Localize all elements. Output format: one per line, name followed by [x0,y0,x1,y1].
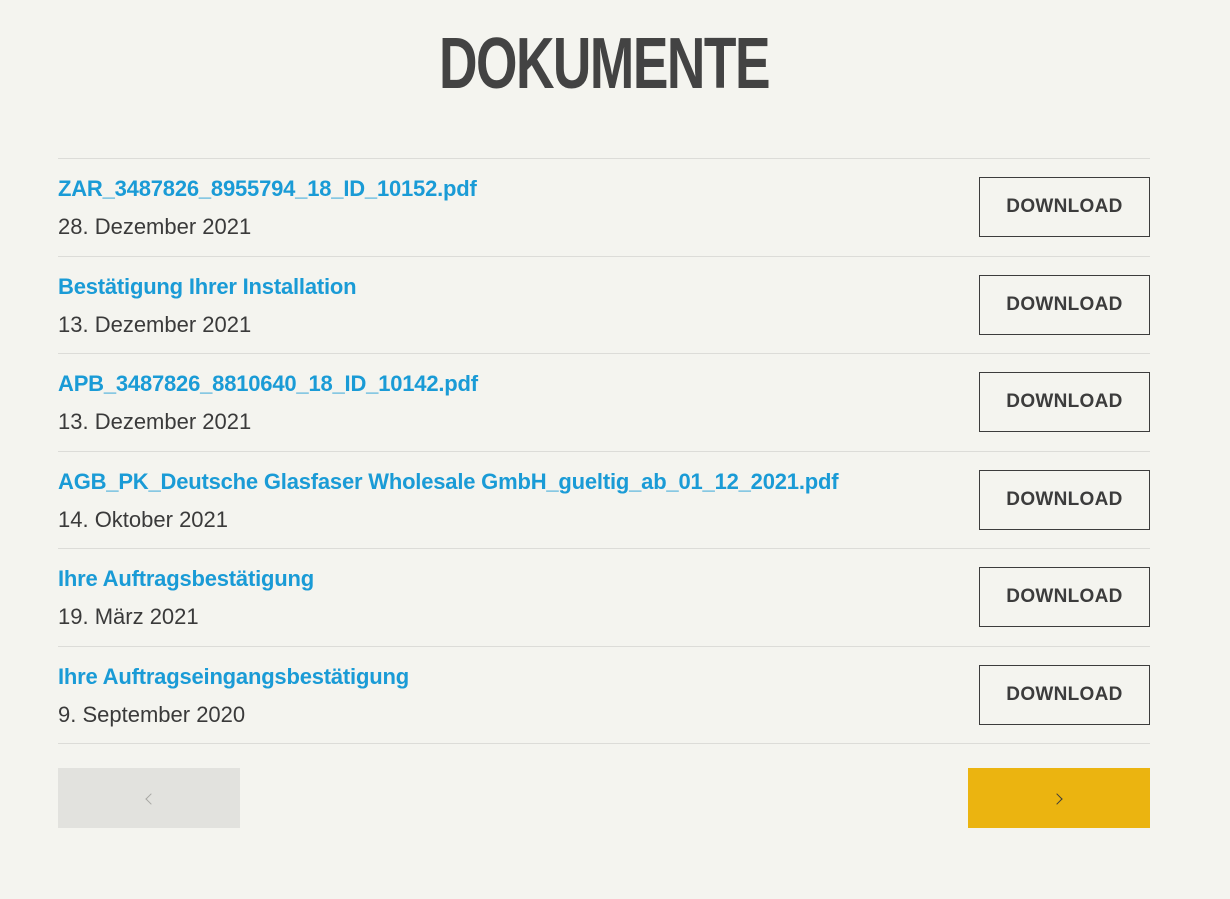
document-link[interactable]: Bestätigung Ihrer Installation [58,274,357,300]
download-button[interactable]: DOWNLOAD [979,567,1150,627]
document-date: 19. März 2021 [58,604,199,629]
list-item: ZAR_3487826_8955794_18_ID_10152.pdf 28. … [58,159,1150,257]
list-item: Ihre Auftragsbestätigung 19. März 2021 D… [58,549,1150,647]
document-link[interactable]: AGB_PK_Deutsche Glasfaser Wholesale GmbH… [58,469,839,495]
chevron-left-icon [145,792,157,805]
chevron-right-icon [1051,792,1063,805]
document-date: 13. Dezember 2021 [58,311,252,337]
document-list: ZAR_3487826_8955794_18_ID_10152.pdf 28. … [58,158,1150,744]
list-item: APB_3487826_8810640_18_ID_10142.pdf 13. … [58,354,1150,452]
document-date: 14. Oktober 2021 [58,506,229,532]
document-link[interactable]: ZAR_3487826_8955794_18_ID_10152.pdf [58,176,477,202]
list-item: AGB_PK_Deutsche Glasfaser Wholesale GmbH… [58,452,1150,549]
page-title: DOKUMENTE [438,24,771,104]
document-link[interactable]: APB_3487826_8810640_18_ID_10142.pdf [58,371,478,397]
download-button[interactable]: DOWNLOAD [979,274,1150,335]
document-date: 28. Dezember 2021 [58,214,252,239]
document-date: 9. September 2020 [58,701,246,727]
document-link[interactable]: Ihre Auftragsbestätigung [58,566,314,592]
download-button[interactable]: DOWNLOAD [979,469,1150,530]
previous-page-button[interactable] [58,768,240,828]
list-item: Ihre Auftragseingangsbestätigung 9. Sept… [58,647,1150,744]
download-button[interactable]: DOWNLOAD [979,664,1150,725]
next-page-button[interactable] [968,768,1150,828]
download-button[interactable]: DOWNLOAD [979,372,1150,432]
list-item: Bestätigung Ihrer Installation 13. Dezem… [58,257,1150,354]
download-button[interactable]: DOWNLOAD [979,177,1150,237]
document-link[interactable]: Ihre Auftragseingangsbestätigung [58,664,409,690]
document-date: 13. Dezember 2021 [58,409,252,434]
